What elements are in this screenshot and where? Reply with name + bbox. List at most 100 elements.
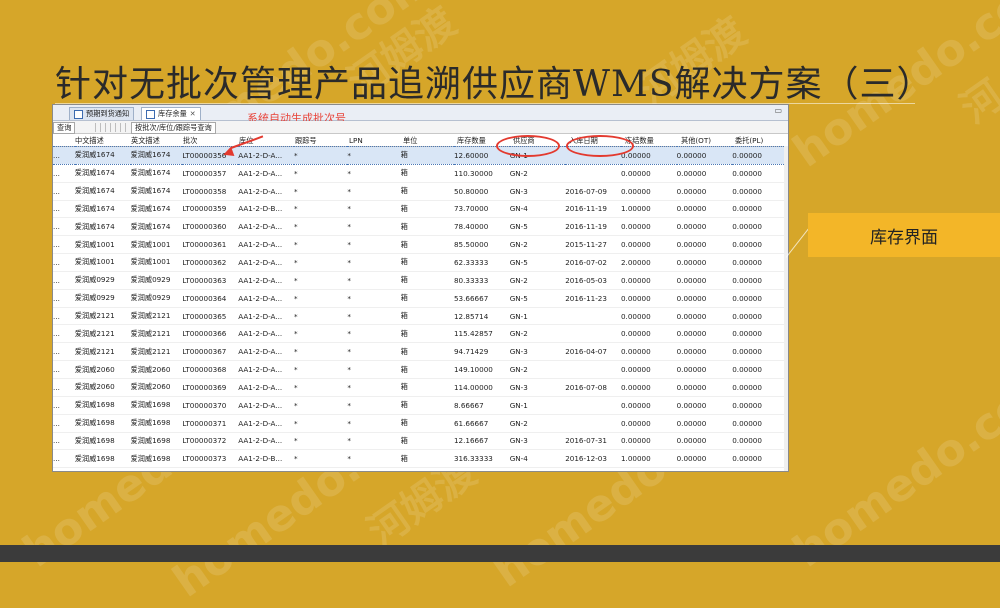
table-row[interactable]: ... 爱润威1698 爱润威1698 LT00000371 AA1-2-D-A... *…	[53, 414, 788, 433]
column-header[interactable]: 批次	[183, 136, 197, 146]
table-cell: 爱润威1674	[130, 182, 183, 201]
table-cell: *	[294, 271, 348, 290]
table-cell: AA1-2-D-A...	[238, 396, 295, 415]
column-header[interactable]: 中文描述	[75, 136, 104, 146]
table-row[interactable]: ... 爱润威1001 爱润威1001 LT00000361 AA1-2-D-A... *…	[53, 235, 788, 255]
table-cell: 2016-11-19	[565, 200, 621, 219]
table-cell: 0.00000	[620, 378, 677, 397]
table-cell: ...	[53, 271, 75, 290]
table-cell: 0.00000	[676, 289, 733, 308]
table-cell	[565, 164, 621, 183]
table-cell: GN-1	[509, 396, 566, 415]
table-cell: 爱润威0929	[74, 289, 131, 308]
table-cell: 2016-07-08	[565, 378, 621, 397]
table-cell: LT00000361	[182, 235, 239, 255]
column-header[interactable]: 库存数量	[457, 136, 486, 146]
table-row[interactable]: ... 爱润威1001 爱润威1001 LT00000362 AA1-2-D-A... *…	[53, 253, 788, 272]
table-cell: ...	[53, 360, 75, 379]
table-cell: 箱	[400, 271, 454, 290]
close-icon[interactable]: ✕	[190, 110, 196, 118]
table-row[interactable]: ... 爱润威1674 爱润威1674 LT00000359 AA1-2-D-B... *…	[53, 200, 788, 219]
table-cell: 0.00000	[676, 324, 733, 344]
table-cell: 61.66667	[453, 414, 510, 433]
table-row[interactable]: ... 爱润威0929 爱润威0929 LT00000363 AA1-2-D-A... *…	[53, 271, 788, 290]
table-cell: 箱	[400, 182, 454, 201]
table-cell: *	[294, 200, 348, 219]
table-cell: *	[294, 164, 348, 183]
watermark-text: homedo.com	[784, 353, 1000, 578]
table-cell: 爱润威2060	[74, 378, 131, 397]
supplier-highlight-circle	[496, 135, 560, 157]
table-cell: *	[347, 396, 401, 415]
table-row[interactable]: ... 爱润威2121 爱润威2121 LT00000365 AA1-2-D-A... *…	[53, 307, 788, 326]
table-row[interactable]: ... 爱润威2060 爱润威2060 LT00000369 AA1-2-D-A... *…	[53, 378, 788, 397]
table-cell: *	[294, 289, 348, 308]
table-row[interactable]: ... 爱润威2060 爱润威2060 LT00000368 AA1-2-D-A... *…	[53, 360, 788, 379]
tab-query[interactable]: 查询	[53, 122, 76, 134]
tab-query-by-batch[interactable]: 按批次/库位/跟踪号查询	[131, 122, 216, 134]
table-cell: *	[294, 146, 348, 165]
table-cell: GN-4	[509, 200, 566, 219]
table-cell: 0.00000	[620, 324, 677, 344]
minimize-icon[interactable]: ▭	[774, 106, 782, 115]
table-cell: 0.00000	[620, 289, 677, 308]
table-cell: 114.00000	[453, 378, 510, 397]
table-cell: GN-2	[509, 271, 566, 290]
table-cell: *	[294, 182, 348, 201]
table-cell: 箱	[400, 307, 454, 326]
table-row[interactable]: ... 爱润威1698 爱润威1698 LT00000372 AA1-2-D-A... *…	[53, 432, 788, 451]
vertical-scrollbar[interactable]	[784, 146, 788, 471]
table-cell: 0.00000	[620, 182, 677, 201]
table-row[interactable]: ... 爱润威1674 爱润威1674 LT00000356 AA1-2-D-A... *…	[53, 146, 788, 165]
table-cell	[565, 324, 621, 344]
table-cell: *	[294, 342, 348, 362]
table-cell: 0.00000	[732, 271, 788, 290]
table-cell: 2.00000	[620, 253, 677, 272]
table-cell: 0.00000	[732, 217, 788, 237]
table-cell: 0.00000	[732, 449, 788, 469]
table-row[interactable]: ... 爱润威1674 爱润威1674 LT00000358 AA1-2-D-A... *…	[53, 182, 788, 201]
column-header[interactable]: 委托(PL)	[735, 136, 763, 146]
table-cell: 12.16667	[453, 432, 510, 451]
table-cell: 爱润威2060	[74, 360, 131, 379]
table-cell: *	[294, 396, 348, 415]
column-header[interactable]: 英文描述	[131, 136, 160, 146]
table-cell: 0.00000	[676, 253, 733, 272]
table-row[interactable]: ... 爱润威1698 爱润威1698 LT00000370 AA1-2-D-A... *…	[53, 396, 788, 415]
table-cell: 316.33333	[453, 449, 510, 469]
table-cell: 0.00000	[676, 342, 733, 362]
table-cell: 爱润威1698	[74, 396, 131, 415]
table-row[interactable]: ... 爱润威1674 爱润威1674 LT00000357 AA1-2-D-A... *…	[53, 164, 788, 183]
table-row[interactable]: ... 爱润威2121 爱润威2121 LT00000367 AA1-2-D-A... *…	[53, 342, 788, 362]
column-header[interactable]: 单位	[403, 136, 417, 146]
table-cell: 箱	[400, 360, 454, 379]
table-cell: *	[294, 307, 348, 326]
column-header[interactable]: 其他(OT)	[681, 136, 711, 146]
table-row[interactable]: ... 爱润威0929 爱润威0929 LT00000364 AA1-2-D-A... *…	[53, 289, 788, 308]
table-cell: GN-3	[509, 182, 566, 201]
table-cell: 箱	[400, 396, 454, 415]
column-header[interactable]: LPN	[349, 136, 363, 145]
table-cell: AA1-2-D-A...	[238, 146, 295, 165]
table-cell: 爱润威2121	[130, 324, 183, 344]
table-cell: 0.00000	[732, 378, 788, 397]
table-cell: 爱润威1674	[130, 146, 183, 165]
table-cell: ...	[53, 449, 75, 469]
table-row[interactable]: ... 爱润威1698 爱润威1698 LT00000373 AA1-2-D-B... *…	[53, 449, 788, 469]
table-cell: *	[347, 271, 401, 290]
tab-inventory-balance[interactable]: 库存余量 ✕	[141, 107, 201, 120]
table-cell: AA1-2-D-A...	[238, 289, 295, 308]
table-cell: GN-4	[509, 449, 566, 469]
table-cell: 爱润威1001	[130, 253, 183, 272]
table-row[interactable]: ... 爱润威2121 爱润威2121 LT00000366 AA1-2-D-A... *…	[53, 324, 788, 344]
table-cell: 0.00000	[620, 360, 677, 379]
table-cell: LT00000372	[182, 432, 239, 451]
table-cell: AA1-2-D-B...	[238, 200, 295, 219]
table-cell: 0.00000	[620, 164, 677, 183]
tab-expected-arrival[interactable]: 预期到货通知	[69, 107, 135, 120]
table-cell: *	[347, 307, 401, 326]
table-row[interactable]: ... 爱润威1674 爱润威1674 LT00000360 AA1-2-D-A... *…	[53, 217, 788, 237]
table-cell: 爱润威2121	[74, 307, 131, 326]
column-header[interactable]: 跟踪号	[295, 136, 317, 146]
table-cell: 爱润威1698	[74, 432, 131, 451]
